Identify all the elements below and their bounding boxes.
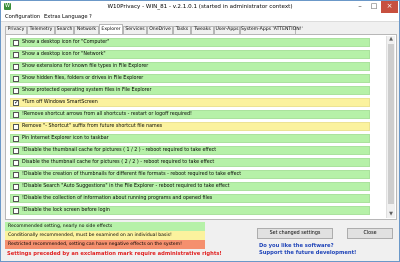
legend-conditional: Conditionally recommended, must be exami… (5, 231, 205, 240)
admin-rights-note: Settings preceded by an exclamation mark… (7, 251, 222, 257)
setting-label: Show protected operating system files in… (22, 88, 152, 93)
app-window: W W10Privacy - WIN_81 - v.2.1.0.1 (start… (0, 0, 400, 262)
tab-bar: Privacy Telemetry Search Network Explore… (5, 24, 397, 34)
explorer-settings-panel: Show a desktop icon for "Computer" Show a… (5, 34, 397, 220)
setting-row[interactable]: ✓ *Turn off Windows SmartScreen (10, 98, 370, 107)
close-button[interactable]: Close (347, 228, 393, 239)
setting-checkbox[interactable] (13, 196, 19, 202)
tab-onedrive[interactable]: OneDrive (147, 26, 173, 34)
vertical-scrollbar[interactable]: ▲ ▼ (386, 36, 395, 218)
tab-user-apps[interactable]: User-Apps (214, 26, 240, 34)
scroll-up-icon[interactable]: ▲ (387, 36, 395, 43)
setting-label: Show hidden files, folders or drives in … (22, 76, 144, 81)
setting-row[interactable]: !Disable the lock screen before login (10, 206, 370, 215)
menu-configuration[interactable]: Configuration (5, 14, 40, 21)
menu-language[interactable]: Language (62, 14, 88, 21)
tab-system-apps[interactable]: System-Apps 'ATTENTION!' (240, 26, 303, 34)
setting-label: !Remove shortcut arrows from all shortcu… (22, 112, 192, 117)
setting-checkbox[interactable] (13, 136, 19, 142)
setting-checkbox[interactable] (13, 112, 19, 118)
legend-recommended: Recommended setting, nearly no side effe… (5, 222, 205, 231)
setting-label: !Disable the lock screen before login (22, 208, 110, 213)
setting-row[interactable]: Show a desktop icon for "Computer" (10, 38, 370, 47)
setting-row[interactable]: !Disable the creation of thumbnails for … (10, 170, 370, 179)
setting-label: Disable the thumbnail cache for pictures… (22, 160, 215, 165)
tab-network[interactable]: Network (74, 26, 99, 34)
setting-checkbox[interactable] (13, 76, 19, 82)
menu-help[interactable]: ? (89, 14, 92, 21)
setting-checkbox[interactable] (13, 52, 19, 58)
setting-row[interactable]: !Disable the collection of information a… (10, 194, 370, 203)
setting-row[interactable]: Show extensions for known file types in … (10, 62, 370, 71)
scroll-down-icon[interactable]: ▼ (387, 211, 395, 218)
tab-privacy[interactable]: Privacy (5, 26, 27, 34)
title-bar[interactable]: W W10Privacy - WIN_81 - v.2.1.0.1 (start… (1, 1, 399, 13)
setting-row[interactable]: Disable the thumbnail cache for pictures… (10, 158, 370, 167)
tab-search[interactable]: Search (55, 26, 74, 34)
legend-restricted: Restricted recommended, setting can have… (5, 240, 205, 249)
tab-tasks[interactable]: Tasks (173, 26, 191, 34)
tab-telemetry[interactable]: Telemetry (27, 26, 55, 34)
setting-checkbox[interactable] (13, 124, 19, 130)
scroll-thumb[interactable] (388, 44, 394, 204)
setting-label: Remove "- Shortcut" suffix from future s… (22, 124, 163, 129)
promo-support-link[interactable]: Support the future development! (259, 250, 356, 256)
setting-label: !Disable Search "Auto Suggestions" in th… (22, 184, 230, 189)
promo-question[interactable]: Do you like the software? (259, 243, 334, 249)
setting-checkbox[interactable] (13, 148, 19, 154)
minimize-icon[interactable]: – (353, 1, 367, 13)
setting-row[interactable]: Show protected operating system files in… (10, 86, 370, 95)
setting-checkbox[interactable] (13, 172, 19, 178)
maximize-icon[interactable]: □ (367, 1, 381, 13)
setting-label: Show a desktop icon for "Network" (22, 52, 106, 57)
setting-label: *Turn off Windows SmartScreen (22, 100, 98, 105)
setting-label: Show a desktop icon for "Computer" (22, 40, 110, 45)
setting-label: !Disable the creation of thumbnails for … (22, 172, 242, 177)
setting-row[interactable]: !Disable the thumbnail cache for picture… (10, 146, 370, 155)
setting-row[interactable]: !Disable Search "Auto Suggestions" in th… (10, 182, 370, 191)
setting-row[interactable]: Show hidden files, folders or drives in … (10, 74, 370, 83)
setting-checkbox[interactable] (13, 40, 19, 46)
setting-checkbox[interactable] (13, 160, 19, 166)
menu-extras[interactable]: Extras (44, 14, 60, 21)
setting-checkbox[interactable] (13, 88, 19, 94)
setting-label: Pin Internet Explorer icon to taskbar (22, 136, 109, 141)
setting-row[interactable]: Pin Internet Explorer icon to taskbar (10, 134, 370, 143)
setting-row[interactable]: Show a desktop icon for "Network" (10, 50, 370, 59)
set-changed-settings-button[interactable]: Set changed settings (257, 228, 333, 239)
tab-explorer[interactable]: Explorer (99, 24, 123, 34)
setting-row[interactable]: !Remove shortcut arrows from all shortcu… (10, 110, 370, 119)
setting-label: !Disable the collection of information a… (22, 196, 213, 201)
close-icon[interactable]: × (381, 1, 398, 13)
setting-checkbox[interactable]: ✓ (13, 100, 19, 106)
setting-checkbox[interactable] (13, 184, 19, 190)
setting-checkbox[interactable] (13, 64, 19, 70)
tab-services[interactable]: Services (123, 26, 147, 34)
setting-label: Show extensions for known file types in … (22, 64, 149, 69)
setting-row[interactable]: Remove "- Shortcut" suffix from future s… (10, 122, 370, 131)
menu-bar: Configuration Extras Language ? (1, 13, 399, 22)
window-title: W10Privacy - WIN_81 - v.2.1.0.1 (started… (107, 4, 293, 10)
setting-label: !Disable the thumbnail cache for picture… (22, 148, 217, 153)
setting-checkbox[interactable] (13, 208, 19, 214)
tab-tweaks[interactable]: Tweaks (191, 26, 214, 34)
